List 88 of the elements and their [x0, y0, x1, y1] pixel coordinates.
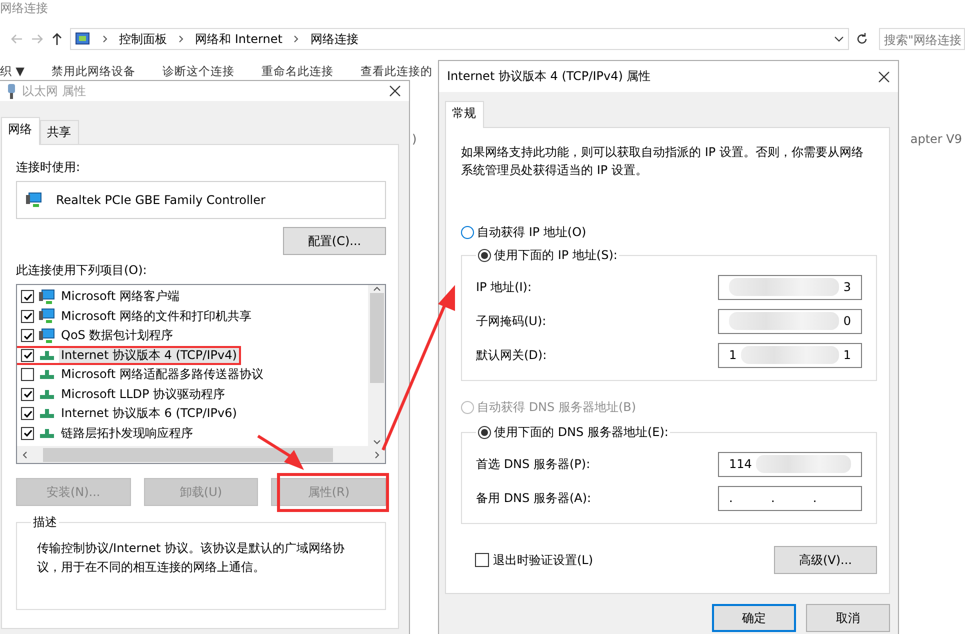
- checkbox[interactable]: [475, 553, 489, 567]
- intro-text: 如果网络支持此功能，则可以获取自动指派的 IP 设置。否则，你需要从网络系统管理员处获得适当的 IP 设置。: [461, 144, 864, 179]
- search-field[interactable]: 搜索"网络连接: [879, 28, 965, 50]
- section-label: 连接时使用:: [16, 159, 82, 176]
- background-text: apter V9: [910, 132, 962, 146]
- radio-label: 自动获得 IP 地址(O): [477, 224, 586, 241]
- ip-address-field[interactable]: 1 1: [718, 342, 862, 368]
- field-label: 备用 DNS 服务器(A):: [476, 490, 592, 506]
- network-protocol-icon: [40, 350, 54, 360]
- radio-button[interactable]: [478, 426, 491, 439]
- checkbox[interactable]: [21, 348, 34, 362]
- checkbox[interactable]: [21, 407, 34, 420]
- network-protocol-icon: [40, 409, 54, 418]
- vertical-scrollbar[interactable]: [368, 285, 385, 446]
- network-client-icon: [38, 328, 55, 344]
- list-item[interactable]: 链路层拓扑发现响应程序: [59, 424, 195, 443]
- ip-address-field[interactable]: . . .: [718, 486, 862, 510]
- radio-label: 使用下面的 IP 地址(S):: [494, 247, 618, 264]
- background-text: ): [412, 132, 417, 146]
- description-text: 传输控制协议/Internet 协议。该协议是默认的广域网络协议，用于在不同的相互连接的网络上通信。: [36, 540, 346, 576]
- advanced-button[interactable]: 高级(V)...: [774, 546, 877, 574]
- breadcrumb-item[interactable]: 网络和 Internet: [195, 30, 282, 48]
- breadcrumb-item[interactable]: 控制面板: [119, 30, 167, 48]
- field-label: 子网掩码(U):: [476, 312, 546, 330]
- tab[interactable]: 共享: [40, 120, 79, 144]
- adapter-name: Realtek PCIe GBE Family Controller: [56, 193, 266, 207]
- refresh-icon[interactable]: [855, 32, 869, 46]
- checkbox[interactable]: [21, 290, 34, 304]
- annotation-arrow: [257, 434, 304, 470]
- list-item[interactable]: Microsoft LLDP 协议驱动程序: [59, 384, 228, 404]
- list-item[interactable]: Microsoft 网络适配器多路传送器协议: [59, 365, 266, 384]
- toolbar-item[interactable]: 查看此连接的: [360, 64, 432, 80]
- network-protocol-icon: [40, 370, 54, 380]
- checkbox[interactable]: [21, 426, 34, 440]
- toolbar-item[interactable]: 重命名此连接: [262, 64, 334, 80]
- scroll-right-icon[interactable]: [373, 450, 381, 458]
- scroll-left-icon[interactable]: [21, 450, 29, 458]
- network-protocol-icon: [40, 390, 54, 399]
- close-icon[interactable]: [389, 85, 401, 97]
- dialog-title: Internet 协议版本 4 (TCP/IPv4) 属性: [447, 68, 652, 85]
- tab[interactable]: 网络: [1, 117, 40, 145]
- ip-address-field[interactable]: 0: [718, 308, 862, 334]
- list-item[interactable]: Internet 协议版本 6 (TCP/IPv6): [59, 404, 239, 424]
- toolbar-item[interactable]: 织 ▼: [0, 64, 24, 80]
- dropdown-caret-icon[interactable]: [834, 34, 844, 44]
- chevron-right-icon: [292, 35, 300, 43]
- radio-label: 使用下面的 DNS 服务器地址(E):: [494, 424, 668, 441]
- breadcrumb-item[interactable]: 网络连接: [310, 30, 358, 48]
- network-protocol-icon: [40, 428, 54, 438]
- list-item[interactable]: Microsoft 网络客户端: [59, 287, 182, 306]
- cancel-button[interactable]: 取消: [806, 604, 890, 632]
- network-client-icon: [38, 308, 55, 324]
- scroll-up-icon[interactable]: [372, 285, 380, 293]
- radio-label: 自动获得 DNS 服务器地址(B): [477, 399, 636, 416]
- radio-button[interactable]: [478, 249, 491, 262]
- section-label: 此连接使用下列项目(O):: [16, 262, 148, 279]
- dialog-title: 以太网 属性: [22, 82, 87, 100]
- list-item[interactable]: QoS 数据包计划程序: [59, 326, 176, 346]
- up-arrow-icon[interactable]: [50, 32, 64, 46]
- checkbox[interactable]: [21, 329, 34, 342]
- network-client-icon: [38, 288, 55, 305]
- chevron-right-icon: [101, 35, 109, 43]
- chevron-right-icon: [177, 35, 185, 43]
- ok-button[interactable]: 确定: [712, 604, 796, 632]
- close-icon[interactable]: [878, 70, 890, 82]
- configure-button[interactable]: 配置(C)...: [283, 227, 386, 255]
- control-panel-icon: [75, 31, 91, 47]
- toolbar-item[interactable]: 诊断这个连接: [162, 64, 234, 80]
- network-client-icon: [25, 192, 42, 208]
- network-adapter-icon: [7, 84, 16, 98]
- scroll-down-icon[interactable]: [372, 438, 380, 446]
- window-title: 网络连接: [0, 0, 49, 17]
- checkbox[interactable]: [21, 310, 34, 323]
- field-label: IP 地址(I):: [476, 278, 532, 296]
- checkbox[interactable]: [21, 368, 34, 382]
- tab[interactable]: 常规: [445, 101, 484, 128]
- toolbar-item[interactable]: 禁用此网络设备: [52, 64, 136, 80]
- field-label: 首选 DNS 服务器(P):: [476, 456, 590, 472]
- group-title: 描述: [32, 514, 58, 531]
- address-bar[interactable]: 控制面板 网络和 Internet 网络连接: [70, 28, 849, 50]
- ip-address-field[interactable]: 114: [718, 452, 862, 476]
- field-label: 默认网关(D):: [476, 346, 547, 364]
- horizontal-scrollbar[interactable]: [17, 446, 385, 463]
- checkbox[interactable]: [21, 388, 34, 401]
- checkbox-label: 退出时验证设置(L): [493, 552, 594, 568]
- list-item[interactable]: Microsoft 网络的文件和打印机共享: [59, 306, 254, 326]
- ip-address-field[interactable]: 3: [718, 274, 862, 300]
- radio-button[interactable]: [461, 226, 474, 239]
